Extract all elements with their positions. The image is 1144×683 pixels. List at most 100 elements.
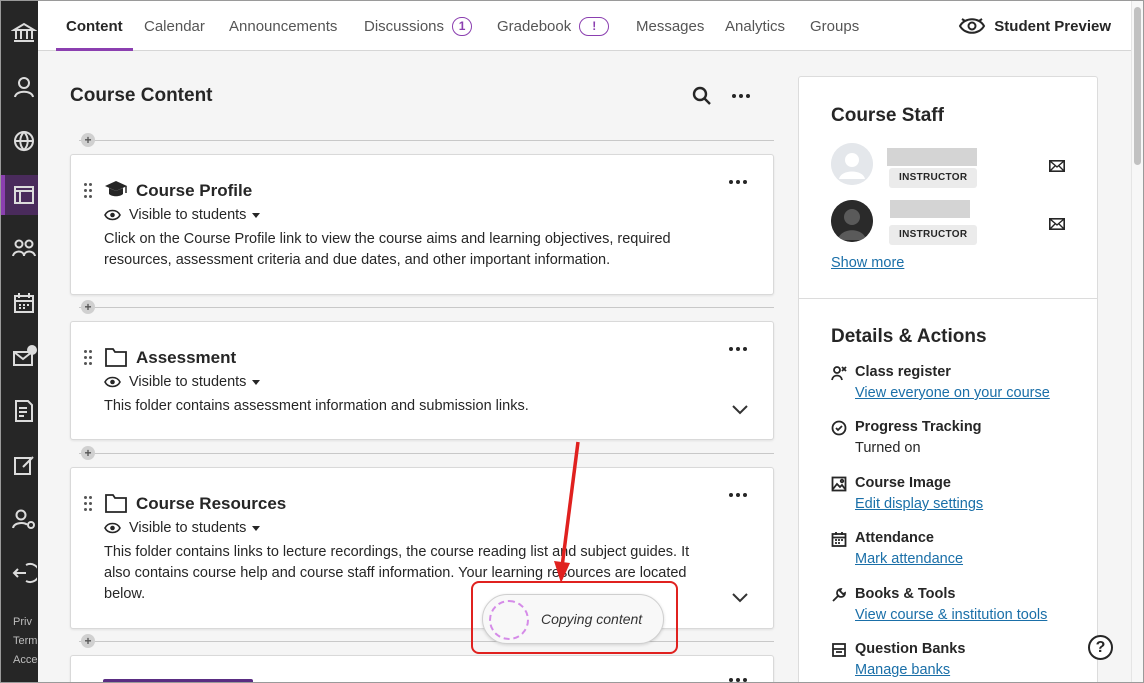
chevron-down-icon bbox=[732, 593, 748, 603]
item-more-options-button[interactable] bbox=[729, 493, 747, 497]
tools-icon[interactable] bbox=[1, 445, 38, 485]
edit-display-settings-link[interactable]: Edit display settings bbox=[855, 496, 983, 512]
sidebar-divider bbox=[799, 298, 1097, 299]
avatar[interactable] bbox=[831, 143, 873, 185]
calendar-icon[interactable] bbox=[1, 283, 38, 323]
course-staff-heading: Course Staff bbox=[831, 105, 944, 126]
folder-icon bbox=[104, 346, 128, 368]
left-nav-rail: Priv Term Acce bbox=[1, 1, 38, 682]
tab-gradebook[interactable]: Gradebook! bbox=[497, 1, 610, 51]
action-label: Course Image bbox=[855, 475, 951, 491]
student-preview-label: Student Preview bbox=[994, 17, 1111, 35]
action-label: Attendance bbox=[855, 530, 934, 546]
page-title: Course Content bbox=[70, 85, 213, 106]
content-item-title[interactable]: Course Resources bbox=[136, 494, 286, 514]
email-staff-button[interactable] bbox=[1049, 217, 1065, 230]
envelope-icon bbox=[1049, 218, 1065, 230]
institution-icon[interactable] bbox=[1, 13, 38, 53]
content-more-options-button[interactable] bbox=[730, 85, 752, 107]
add-content-divider bbox=[79, 140, 774, 141]
item-more-options-button[interactable] bbox=[729, 347, 747, 351]
progress-tracking-status: Turned on bbox=[855, 440, 921, 456]
student-preview-button[interactable]: Student Preview bbox=[958, 1, 1111, 51]
eye-icon bbox=[104, 209, 121, 221]
messages-icon[interactable] bbox=[1, 337, 38, 377]
profile-icon[interactable] bbox=[1, 67, 38, 107]
discussions-count-badge: 1 bbox=[452, 16, 473, 36]
email-staff-button[interactable] bbox=[1049, 159, 1065, 172]
tab-label: Discussions bbox=[364, 17, 445, 35]
tab-announcements[interactable]: Announcements bbox=[229, 1, 337, 51]
tab-discussions[interactable]: Discussions 1 bbox=[364, 1, 473, 51]
show-more-link[interactable]: Show more bbox=[831, 255, 904, 271]
view-everyone-link[interactable]: View everyone on your course bbox=[855, 385, 1050, 401]
visibility-dropdown[interactable]: Visible to students bbox=[104, 374, 261, 390]
more-options-icon bbox=[729, 678, 747, 682]
staff-member: INSTRUCTOR bbox=[831, 143, 1071, 189]
more-options-icon bbox=[729, 493, 747, 497]
course-tab-bar: Content Calendar Announcements Discussio… bbox=[38, 1, 1133, 51]
tab-calendar[interactable]: Calendar bbox=[144, 1, 205, 51]
wrench-icon bbox=[831, 587, 847, 603]
tab-content[interactable]: Content bbox=[56, 1, 133, 51]
action-label[interactable]: Progress Tracking bbox=[855, 419, 982, 435]
visibility-dropdown[interactable]: Visible to students bbox=[104, 207, 261, 223]
grades-icon[interactable] bbox=[1, 391, 38, 431]
page-scrollbar[interactable] bbox=[1131, 1, 1143, 682]
mark-attendance-link[interactable]: Mark attendance bbox=[855, 551, 963, 567]
courses-icon[interactable] bbox=[1, 175, 38, 215]
image-icon bbox=[831, 476, 847, 492]
terms-link[interactable]: Term bbox=[13, 632, 37, 651]
scrollbar-thumb[interactable] bbox=[1134, 7, 1141, 165]
caret-down-icon bbox=[252, 525, 261, 531]
add-content-button[interactable]: + bbox=[81, 446, 95, 460]
details-actions-heading: Details & Actions bbox=[831, 326, 987, 347]
chevron-down-icon bbox=[732, 405, 748, 415]
envelope-icon bbox=[1049, 160, 1065, 172]
tab-analytics[interactable]: Analytics bbox=[725, 1, 785, 51]
view-tools-link[interactable]: View course & institution tools bbox=[855, 607, 1047, 623]
content-item-description: Click on the Course Profile link to view… bbox=[104, 231, 671, 268]
visibility-label: Visible to students bbox=[129, 520, 247, 536]
tab-label: Groups bbox=[810, 17, 860, 35]
question-bank-icon bbox=[831, 642, 847, 658]
content-item-title[interactable]: Assessment bbox=[136, 348, 236, 368]
item-more-options-button[interactable] bbox=[729, 678, 747, 682]
accessibility-link[interactable]: Acce bbox=[13, 651, 37, 670]
visibility-dropdown[interactable]: Visible to students bbox=[104, 520, 261, 536]
student-preview-icon bbox=[959, 18, 986, 34]
folder-icon bbox=[104, 492, 128, 514]
avatar[interactable] bbox=[831, 200, 873, 242]
expand-button[interactable] bbox=[731, 402, 749, 415]
expand-button[interactable] bbox=[731, 590, 749, 603]
groups-icon[interactable] bbox=[1, 229, 38, 269]
visibility-label: Visible to students bbox=[129, 207, 247, 223]
add-content-button[interactable]: + bbox=[81, 133, 95, 147]
annotation-highlight-box bbox=[471, 581, 678, 654]
eye-icon bbox=[104, 522, 121, 534]
sign-out-icon[interactable] bbox=[1, 553, 38, 593]
drag-handle-icon[interactable] bbox=[84, 183, 94, 199]
eye-icon bbox=[104, 376, 121, 388]
visibility-label: Visible to students bbox=[129, 374, 247, 390]
item-more-options-button[interactable] bbox=[729, 180, 747, 184]
drag-handle-icon[interactable] bbox=[84, 350, 94, 366]
tab-messages[interactable]: Messages bbox=[636, 1, 704, 51]
search-button[interactable] bbox=[691, 85, 713, 107]
help-button[interactable]: ? bbox=[1088, 635, 1113, 660]
globe-icon[interactable] bbox=[1, 121, 38, 161]
action-label: Question Banks bbox=[855, 641, 966, 657]
manage-banks-link[interactable]: Manage banks bbox=[855, 662, 950, 678]
search-icon bbox=[692, 86, 711, 105]
tab-label: Calendar bbox=[144, 17, 205, 35]
tab-groups[interactable]: Groups bbox=[810, 1, 859, 51]
drag-handle-icon[interactable] bbox=[84, 496, 94, 512]
admin-icon[interactable] bbox=[1, 499, 38, 539]
add-content-button[interactable]: + bbox=[81, 634, 95, 648]
privacy-link[interactable]: Priv bbox=[13, 613, 37, 632]
gradebook-alert-badge: ! bbox=[579, 16, 610, 36]
content-item-title[interactable]: Course Profile bbox=[136, 181, 252, 201]
add-content-button[interactable]: + bbox=[81, 300, 95, 314]
rail-footer-links: Priv Term Acce bbox=[13, 613, 37, 670]
content-item-description: This folder contains assessment informat… bbox=[104, 398, 529, 414]
